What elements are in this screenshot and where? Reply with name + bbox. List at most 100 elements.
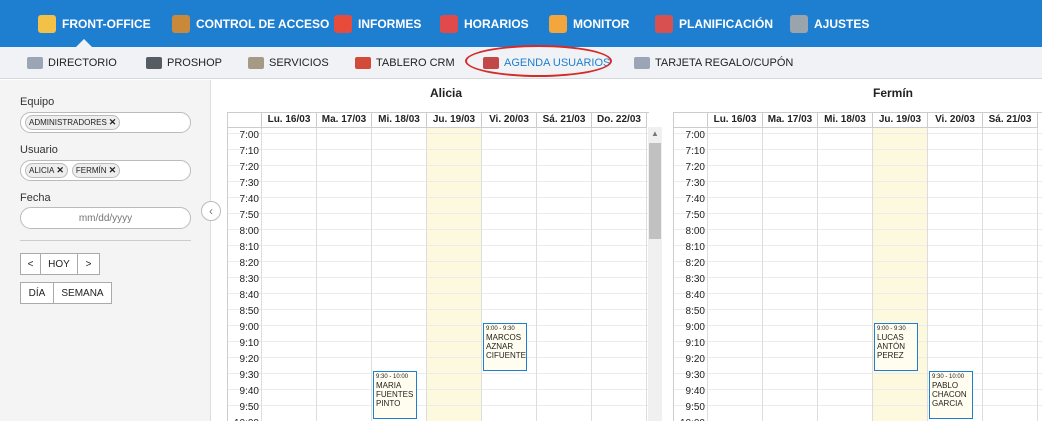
subnav-tablero-crm[interactable]: TABLERO CRM (355, 47, 455, 79)
column-divider (261, 113, 262, 421)
day-header[interactable]: Mi. 18/03 (372, 113, 427, 128)
week-view-button[interactable]: SEMANA (53, 282, 112, 304)
scrollbar-thumb[interactable] (649, 143, 661, 239)
next-button[interactable]: > (77, 253, 100, 275)
calendar-title-alicia: Alicia (430, 86, 463, 100)
day-header[interactable]: Mi. 18/03 (818, 113, 873, 128)
calendar-scrollbar[interactable]: ▲ (648, 127, 662, 421)
day-header[interactable]: Ju. 19/03 (873, 113, 928, 128)
column-divider (927, 113, 928, 421)
column-divider (591, 113, 592, 421)
selected-tag[interactable]: FERMÍN ✕ (71, 163, 121, 178)
usuario-select[interactable]: ALICIA ✕ FERMÍN ✕ (20, 160, 191, 181)
time-label: 9:00 (239, 322, 259, 333)
nav-label: CONTROL DE ACCESO (196, 16, 330, 31)
remove-icon[interactable]: ✕ (109, 117, 117, 128)
pie-chart-icon (334, 14, 352, 33)
day-header[interactable]: Sá. 21/03 (983, 113, 1038, 128)
time-gridline (674, 261, 1042, 262)
remove-icon[interactable]: ✕ (109, 165, 117, 176)
time-header-corner (674, 113, 708, 128)
time-label: 7:10 (239, 146, 259, 157)
column-divider (426, 113, 427, 421)
subnav-label: TABLERO CRM (376, 57, 455, 69)
time-label: 9:30 (239, 370, 259, 381)
time-gridline (674, 133, 1042, 134)
time-label: 9:30 (685, 370, 705, 381)
time-label: 8:30 (239, 274, 259, 285)
subnav-servicios[interactable]: SERVICIOS (248, 47, 329, 79)
day-view-button[interactable]: DÍA (20, 282, 54, 304)
fecha-label: Fecha (20, 192, 51, 204)
date-input[interactable] (20, 207, 191, 229)
nav-planificaci-n[interactable]: PLANIFICACIÓN (655, 0, 773, 47)
selected-tag[interactable]: ALICIA ✕ (25, 163, 68, 178)
group-icon (549, 14, 567, 33)
column-divider (872, 113, 873, 421)
day-header[interactable]: Sá. 21/03 (537, 113, 592, 128)
column-divider (982, 113, 983, 421)
day-header[interactable]: Ju. 19/03 (427, 113, 482, 128)
time-label: 9:50 (239, 402, 259, 413)
time-label: 9:10 (239, 338, 259, 349)
nav-front-office[interactable]: FRONT-OFFICE (38, 0, 151, 47)
nav-informes[interactable]: INFORMES (334, 0, 421, 47)
time-label: 8:20 (239, 258, 259, 269)
tag-label: FERMÍN (75, 166, 107, 175)
time-gridline (674, 165, 1042, 166)
time-label: 7:10 (685, 146, 705, 157)
day-header[interactable]: Lu. 16/03 (708, 113, 763, 128)
day-header[interactable]: Vi. 20/03 (482, 113, 537, 128)
appointment-event[interactable]: 9:00 - 9:30 MARCOS AZNAR CIFUENTES (483, 323, 527, 371)
subnav-directorio[interactable]: DIRECTORIO (27, 47, 117, 79)
day-header[interactable]: Vi. 20/03 (928, 113, 983, 128)
highlight-annotation (465, 45, 612, 77)
crm-board-icon (355, 57, 371, 69)
day-header[interactable]: Do. 22/03 (592, 113, 647, 128)
appointment-event[interactable]: 9:00 - 9:30 LUCAS ANTÓN PEREZ (874, 323, 918, 371)
nav-ajustes[interactable]: AJUSTES (790, 0, 869, 47)
today-button[interactable]: HOY (40, 253, 78, 275)
gift-card-icon (634, 57, 650, 69)
time-label: 7:00 (685, 130, 705, 141)
day-header[interactable]: Ma. 17/03 (763, 113, 818, 128)
register-icon (146, 57, 162, 69)
directory-icon (27, 57, 43, 69)
subnav-tarjeta-regalo-cup-n[interactable]: TARJETA REGALO/CUPÓN (634, 47, 793, 79)
collapse-sidebar-button[interactable]: ‹ (201, 201, 221, 221)
time-gridline (228, 133, 649, 134)
time-gridline (228, 149, 649, 150)
day-header[interactable]: Lu. 16/03 (262, 113, 317, 128)
selected-tag[interactable]: ADMINISTRADORES ✕ (25, 115, 121, 130)
day-header[interactable]: Ma. 17/03 (317, 113, 372, 128)
column-divider (371, 113, 372, 421)
time-gridline (228, 341, 649, 342)
nav-control-de-acceso[interactable]: CONTROL DE ACCESO (172, 0, 329, 47)
time-label: 9:50 (685, 402, 705, 413)
time-label: 8:00 (239, 226, 259, 237)
time-gridline (674, 213, 1042, 214)
time-gridline (674, 229, 1042, 230)
time-gridline (228, 325, 649, 326)
remove-icon[interactable]: ✕ (56, 165, 64, 176)
filter-sidebar: Equipo ADMINISTRADORES ✕ Usuario ALICIA ✕ F… (0, 80, 211, 421)
time-label: 8:20 (685, 258, 705, 269)
nav-horarios[interactable]: HORARIOS (440, 0, 529, 47)
time-gridline (228, 229, 649, 230)
scroll-up-icon[interactable]: ▲ (651, 129, 659, 138)
time-gridline (674, 181, 1042, 182)
time-label: 8:40 (239, 290, 259, 301)
time-label: 8:50 (685, 306, 705, 317)
subnav-proshop[interactable]: PROSHOP (146, 47, 222, 79)
time-gridline (228, 357, 649, 358)
time-gridline (674, 341, 1042, 342)
time-label: 9:20 (685, 354, 705, 365)
appointment-event[interactable]: 9:30 - 10:00 PABLO CHACON GARCIA (929, 371, 973, 419)
time-label: 7:40 (685, 194, 705, 205)
time-gridline (674, 389, 1042, 390)
appointment-event[interactable]: 9:30 - 10:00 MARIA FUENTES PINTO (373, 371, 417, 419)
prev-button[interactable]: < (20, 253, 41, 275)
equipo-select[interactable]: ADMINISTRADORES ✕ (20, 112, 191, 133)
nav-monitor[interactable]: MONITOR (549, 0, 629, 47)
column-divider (481, 113, 482, 421)
